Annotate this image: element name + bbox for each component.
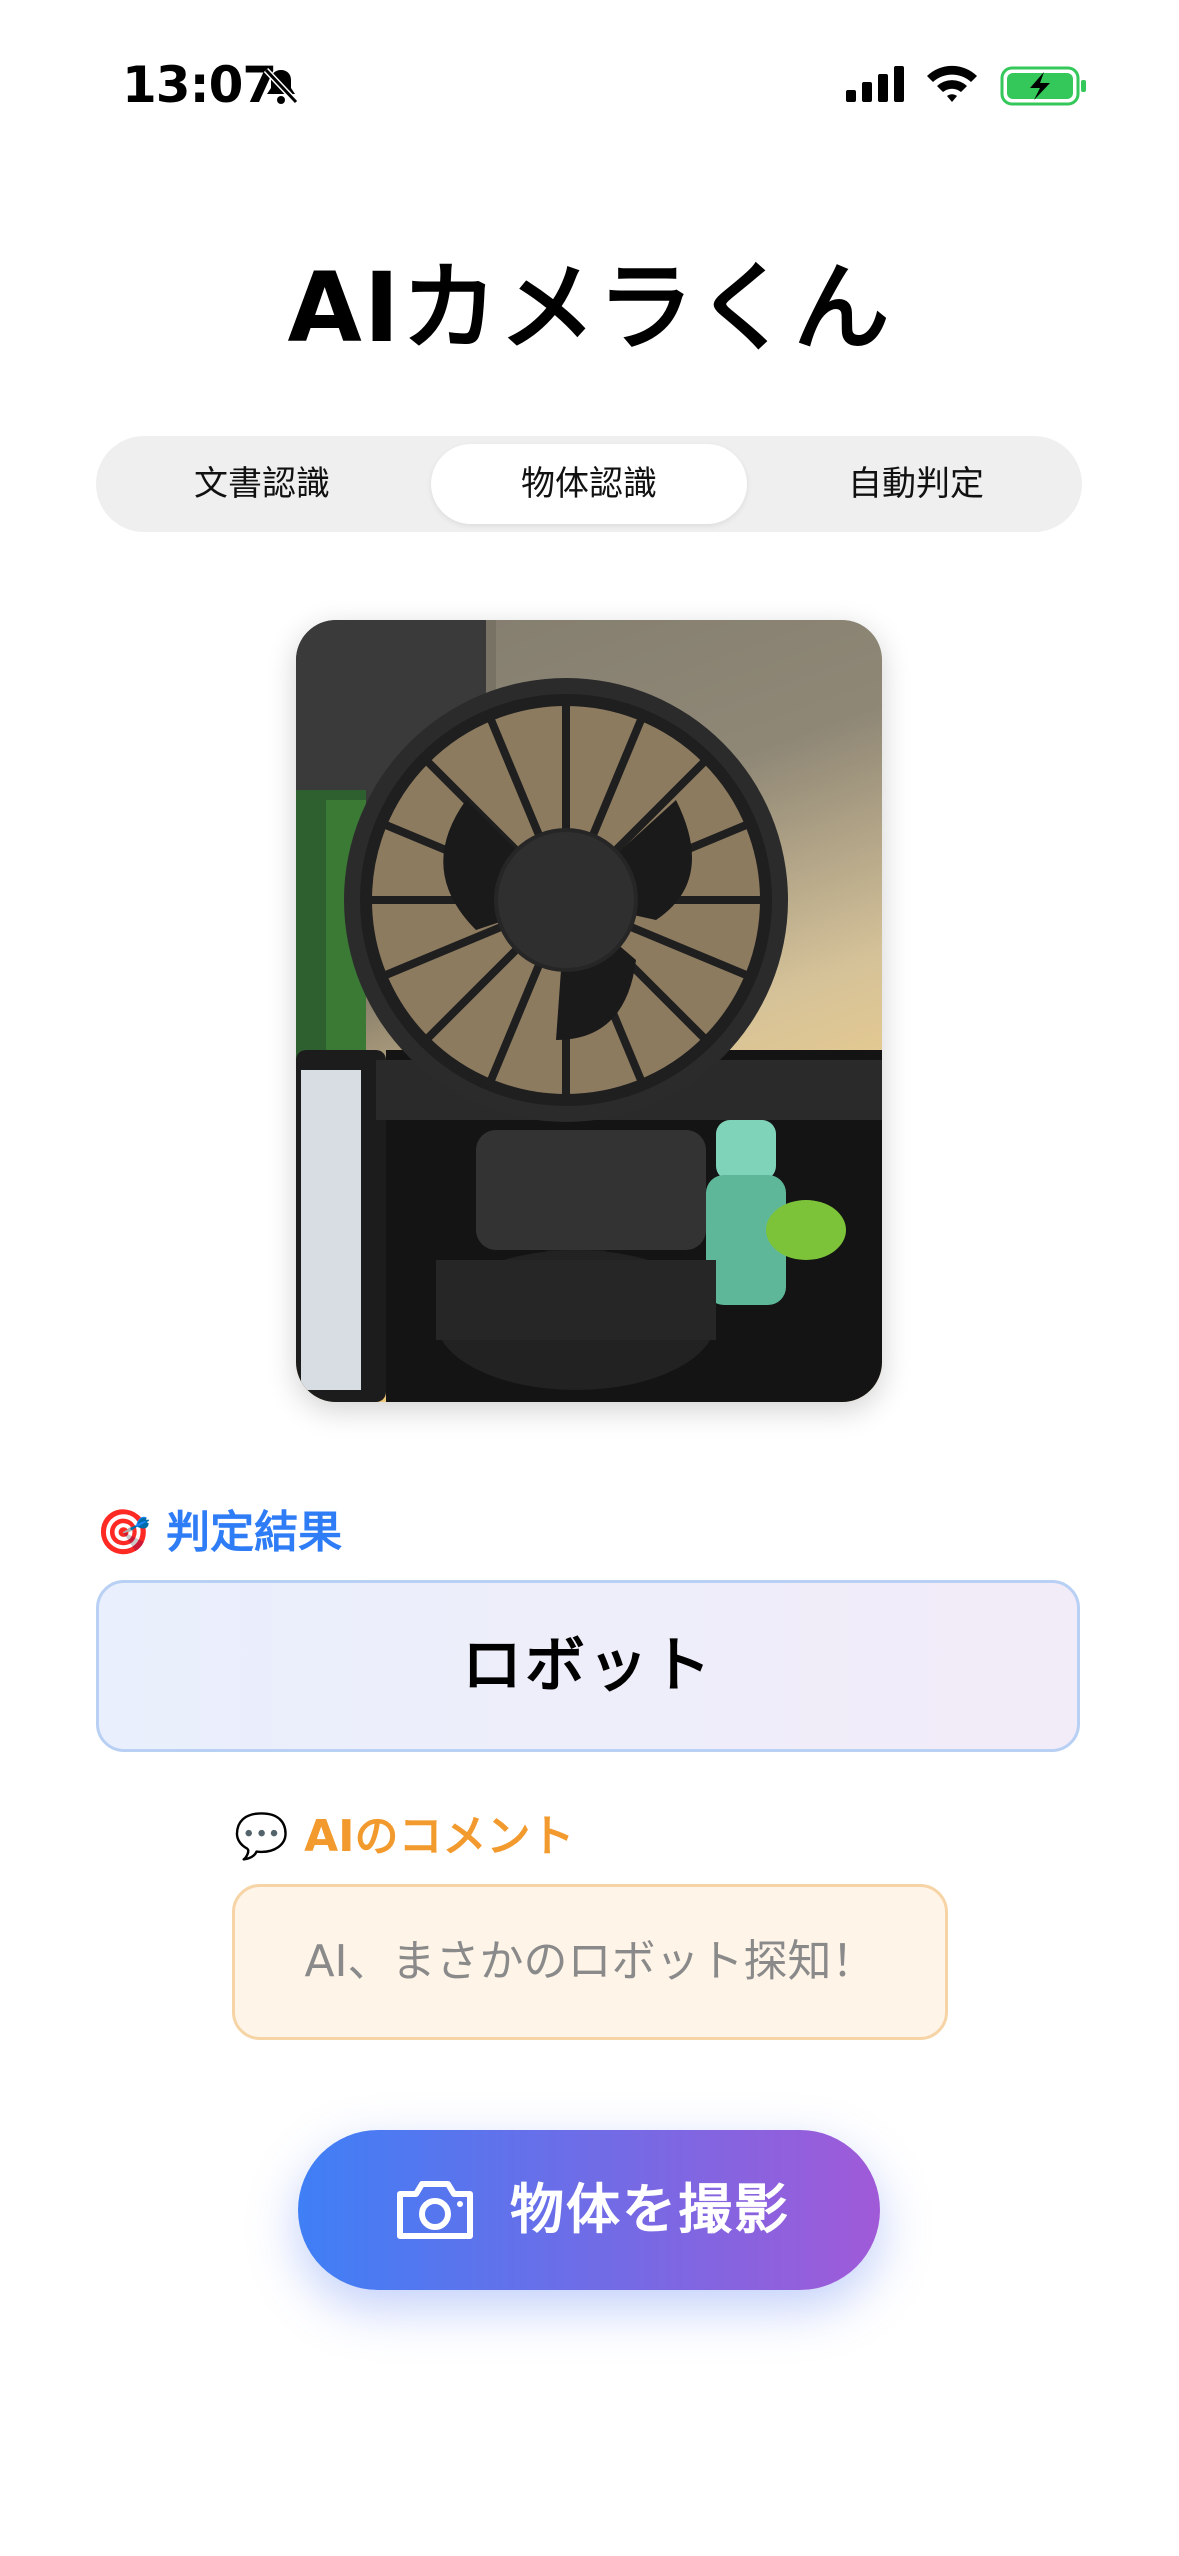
app-title: AIカメラくん — [287, 252, 892, 364]
result-value-box: ロボット — [96, 1580, 1080, 1752]
capture-button-label: 物体を撮影 — [510, 2178, 790, 2241]
status-bar: 13:07 — [0, 0, 1179, 170]
comment-box: AI、まさかのロボット探知！ — [232, 1884, 948, 2040]
tab-auto-judgement[interactable]: 自動判定 — [758, 444, 1074, 524]
speech-bubble-icon: 💬 — [234, 1811, 289, 1862]
result-section-title: 🎯 判定結果 — [96, 1496, 342, 1560]
comment-text: AI、まさかのロボット探知！ — [304, 1936, 876, 1987]
tab-document-recognition[interactable]: 文書認識 — [104, 444, 420, 524]
comment-section-title: 💬 AIのコメント — [234, 1800, 575, 1864]
comment-title-label: AIのコメント — [304, 1811, 575, 1862]
result-value: ロボット — [462, 1631, 714, 1701]
bell-slash-icon — [263, 67, 299, 105]
status-time: 13:07 — [122, 56, 277, 114]
mode-segmented-control: 文書認識 物体認識 自動判定 — [96, 436, 1082, 532]
battery-charging-icon — [1000, 66, 1086, 106]
capture-object-button[interactable]: 物体を撮影 — [298, 2130, 880, 2290]
photo-preview-fan — [296, 620, 882, 1402]
captured-photo — [296, 620, 882, 1402]
cellular-signal-icon — [846, 66, 904, 102]
wifi-icon — [927, 65, 977, 102]
target-icon: 🎯 — [96, 1507, 151, 1558]
tab-object-recognition[interactable]: 物体認識 — [431, 444, 747, 524]
result-title-label: 判定結果 — [166, 1507, 343, 1558]
camera-icon — [397, 2181, 473, 2239]
